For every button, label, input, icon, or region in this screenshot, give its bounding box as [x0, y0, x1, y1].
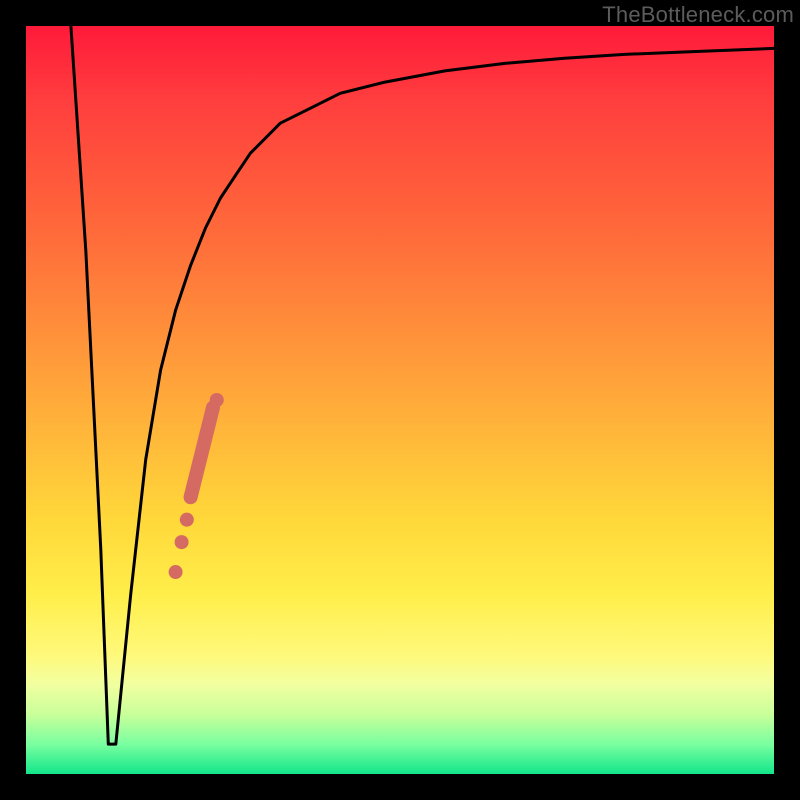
chart-frame [26, 26, 774, 774]
bottleneck-curve [71, 26, 774, 744]
watermark-text: TheBottleneck.com [602, 2, 794, 28]
chart-plot-area [26, 26, 774, 774]
chart-svg-layer [26, 26, 774, 774]
highlight-dot [169, 565, 183, 579]
highlight-dot [175, 535, 189, 549]
highlight-dot [210, 393, 224, 407]
highlight-dot [180, 513, 194, 527]
highlight-bar [191, 407, 213, 497]
